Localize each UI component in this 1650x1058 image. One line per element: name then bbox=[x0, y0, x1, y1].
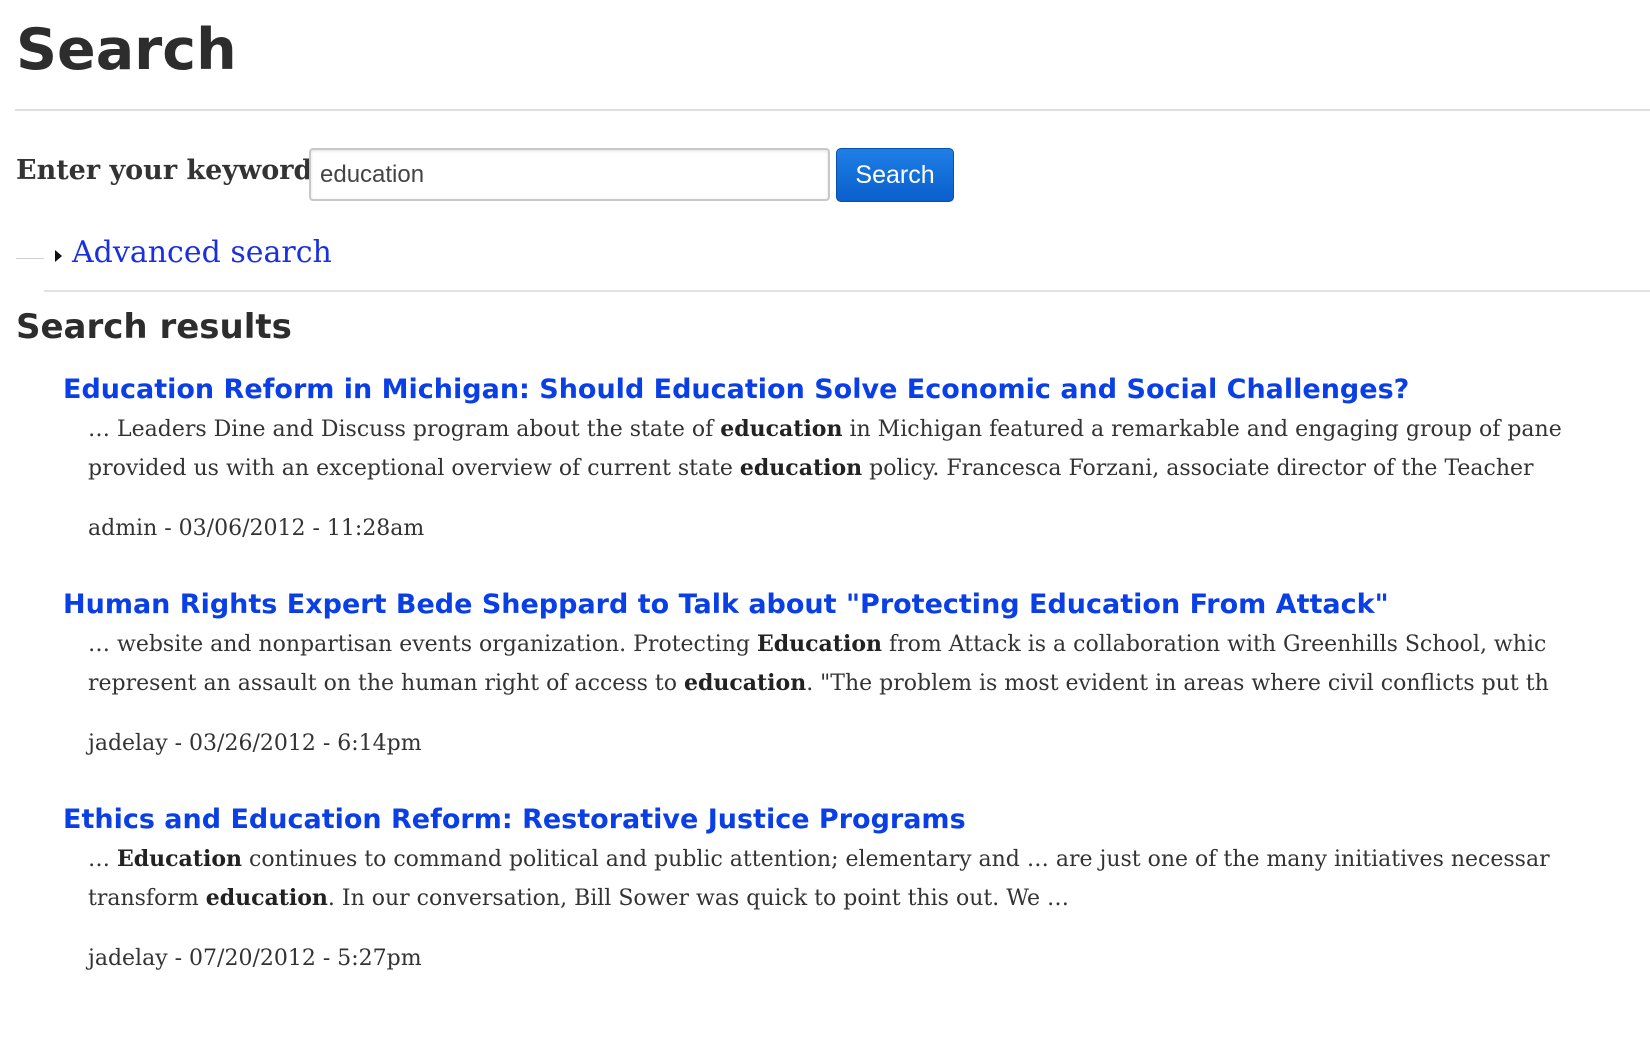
snippet-text: in Michigan featured a remarkable and en… bbox=[842, 417, 1562, 442]
advanced-search-toggle[interactable]: Advanced search bbox=[55, 230, 332, 276]
snippet-text: … Leaders Dine and Discuss program about… bbox=[88, 417, 721, 442]
snippet-text: … bbox=[88, 847, 117, 872]
snippet-text: represent an assault on the human right … bbox=[88, 671, 684, 696]
snippet-line: represent an assault on the human right … bbox=[88, 670, 1549, 696]
snippet-line: … website and nonpartisan events organiz… bbox=[88, 631, 1547, 657]
snippet-text: continues to command political and publi… bbox=[242, 847, 1550, 872]
keyword-highlight: Education bbox=[757, 631, 882, 657]
advanced-search-link[interactable]: Advanced search bbox=[72, 231, 332, 275]
snippet-text: provided us with an exceptional overview… bbox=[88, 456, 740, 481]
keyword-highlight: education bbox=[739, 455, 863, 481]
result-snippet: … Leaders Dine and Discuss program about… bbox=[88, 410, 1650, 488]
search-button[interactable]: Search bbox=[836, 148, 954, 202]
snippet-text: … website and nonpartisan events organiz… bbox=[88, 632, 757, 657]
snippet-line: … Leaders Dine and Discuss program about… bbox=[88, 416, 1562, 442]
snippet-text: from Attack is a collaboration with Gree… bbox=[882, 632, 1547, 657]
result-title-link[interactable]: Human Rights Expert Bede Sheppard to Tal… bbox=[63, 585, 1650, 625]
keyword-highlight: education bbox=[720, 416, 843, 442]
advanced-divider bbox=[44, 290, 1650, 292]
search-result: Ethics and Education Reform: Restorative… bbox=[63, 800, 1650, 979]
snippet-text: policy. Francesca Forzani, associate dir… bbox=[862, 456, 1534, 481]
page-title: Search bbox=[16, 17, 237, 83]
search-page: Search Enter your keywords Search Advanc… bbox=[0, 0, 1650, 1058]
search-result: Human Rights Expert Bede Sheppard to Tal… bbox=[63, 585, 1650, 764]
result-meta: jadelay - 07/20/2012 - 5:27pm bbox=[88, 946, 422, 971]
result-meta: admin - 03/06/2012 - 11:28am bbox=[88, 516, 425, 541]
result-snippet: … Education continues to command politic… bbox=[88, 840, 1650, 918]
keyword-highlight: education bbox=[205, 885, 328, 911]
snippet-line: provided us with an exceptional overview… bbox=[88, 455, 1534, 481]
keywords-label: Enter your keywords bbox=[16, 155, 328, 186]
result-meta: jadelay - 03/26/2012 - 6:14pm bbox=[88, 731, 422, 756]
advanced-fieldset-border bbox=[16, 258, 44, 259]
result-title-link[interactable]: Education Reform in Michigan: Should Edu… bbox=[63, 370, 1650, 410]
keyword-highlight: Education bbox=[117, 846, 242, 872]
result-title-link[interactable]: Ethics and Education Reform: Restorative… bbox=[63, 800, 1650, 840]
snippet-text: . In our conversation, Bill Sower was qu… bbox=[327, 886, 1070, 911]
keyword-highlight: education bbox=[683, 670, 807, 696]
snippet-line: transform education. In our conversation… bbox=[88, 885, 1070, 911]
result-snippet: … website and nonpartisan events organiz… bbox=[88, 625, 1650, 703]
collapsed-triangle-icon bbox=[55, 250, 62, 262]
title-divider bbox=[15, 109, 1650, 111]
results-heading: Search results bbox=[16, 307, 292, 347]
search-result: Education Reform in Michigan: Should Edu… bbox=[63, 370, 1650, 549]
snippet-text: transform bbox=[88, 886, 206, 911]
keywords-input[interactable] bbox=[309, 148, 830, 201]
snippet-text: . "The problem is most evident in areas … bbox=[806, 671, 1549, 696]
snippet-line: … Education continues to command politic… bbox=[88, 846, 1550, 872]
